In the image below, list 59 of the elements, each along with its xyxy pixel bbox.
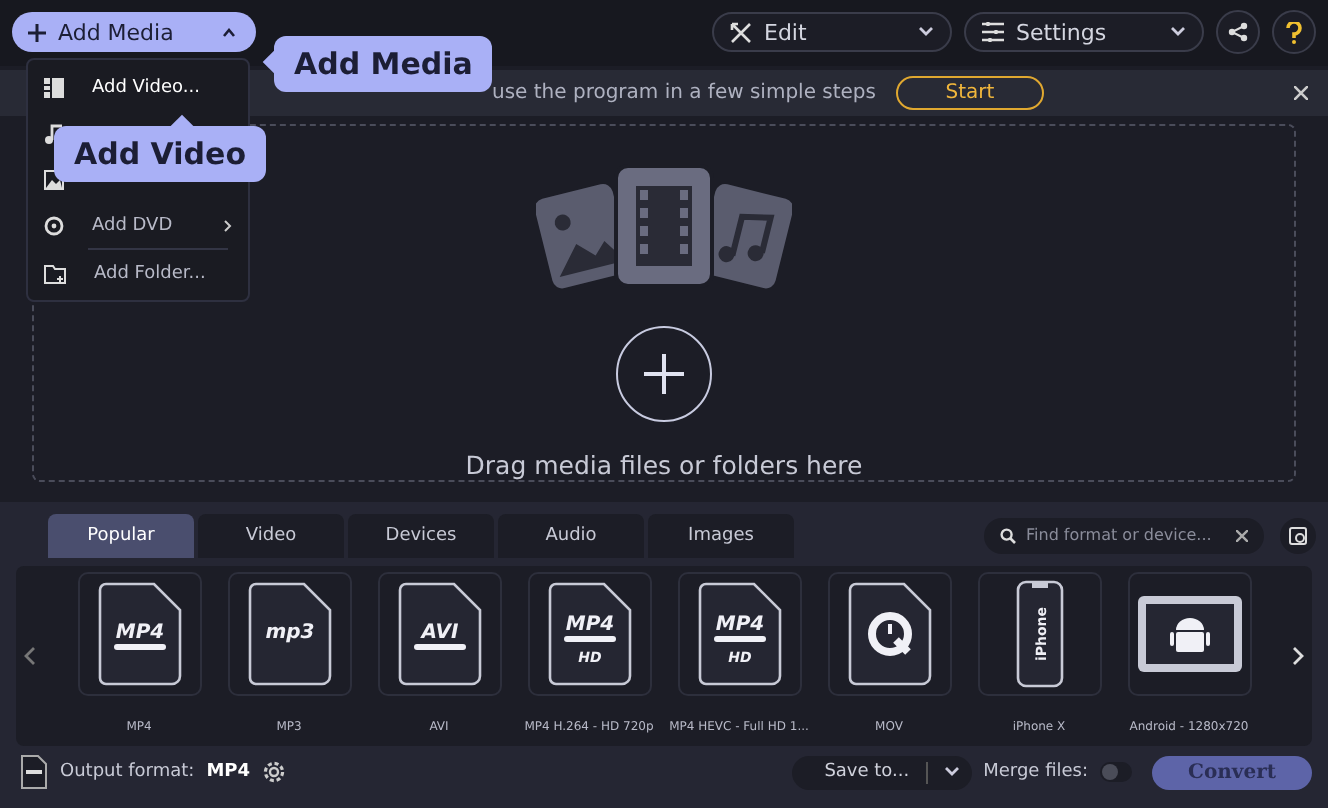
chevron-right-icon [224, 219, 232, 231]
output-format-value: MP4 [206, 762, 251, 783]
quicktime-icon [847, 581, 931, 686]
plus-icon [644, 353, 684, 394]
close-icon[interactable] [1294, 85, 1308, 100]
menu-item[interactable]: Add Video... [28, 64, 248, 110]
tooltip-callout: Add Media [262, 36, 493, 92]
format-tab[interactable]: Popular [48, 513, 194, 558]
add-media-button[interactable]: Add Media [12, 12, 256, 53]
film-grid-icon [44, 77, 64, 97]
file-format-icon: AVI [397, 581, 481, 686]
format-tile[interactable] [1127, 571, 1251, 696]
file-icon [20, 754, 48, 791]
question-mark-icon [1286, 21, 1302, 44]
caret-icon [222, 27, 236, 38]
tools-icon [730, 21, 752, 44]
format-tile[interactable]: MP4 [77, 571, 201, 696]
menu-item[interactable]: Add Folder... [28, 250, 248, 296]
device-search-icon [1288, 525, 1308, 546]
chevron-down-icon [1170, 26, 1186, 39]
format-tile[interactable]: AVI [377, 571, 501, 696]
merge-files-label: Merge files: [983, 762, 1088, 783]
detect-device-button[interactable] [1280, 517, 1316, 554]
format-tab[interactable]: Devices [348, 513, 494, 558]
drop-hint: Drag media files or folders here [465, 449, 863, 480]
format-tile[interactable] [827, 571, 951, 696]
android-tablet-icon [1135, 593, 1243, 674]
menu-item[interactable]: Add DVD [28, 202, 248, 248]
banner-text: use the program in a few simple steps [492, 81, 876, 104]
help-button[interactable] [1272, 10, 1316, 55]
tooltip-callout: Add Video [54, 116, 267, 182]
format-tile[interactable]: mp3 [227, 571, 351, 696]
chevron-down-icon [943, 766, 960, 779]
sliders-icon [982, 22, 1004, 43]
disc-icon [44, 215, 64, 235]
file-format-icon: mp3 [247, 581, 331, 686]
merge-files-toggle[interactable] [1100, 762, 1132, 783]
plus-icon [28, 23, 46, 42]
search-icon [1000, 527, 1016, 544]
edit-dropdown[interactable]: Edit [712, 12, 952, 53]
chevron-left-icon[interactable] [24, 645, 36, 666]
folder-icon [44, 263, 66, 283]
format-tab[interactable]: Video [198, 513, 344, 558]
chevron-down-icon [918, 26, 934, 39]
format-tab[interactable]: Images [648, 513, 794, 558]
share-button[interactable] [1216, 10, 1260, 55]
add-files-button[interactable] [616, 325, 712, 422]
format-tab[interactable]: Audio [498, 513, 644, 558]
chevron-right-icon[interactable] [1292, 645, 1304, 666]
format-search-input[interactable]: Find format or device... [1026, 526, 1226, 545]
settings-dropdown[interactable]: Settings [964, 12, 1204, 53]
share-icon [1228, 22, 1248, 43]
clear-icon[interactable] [1236, 529, 1248, 542]
file-format-icon: MP4 [97, 581, 181, 686]
save-to-button[interactable]: Save to... [792, 755, 972, 790]
output-format-label: Output format: [60, 762, 195, 783]
start-button[interactable]: Start [896, 75, 1044, 110]
format-search-field[interactable]: Find format or device... [984, 517, 1264, 554]
settings-icon[interactable] [262, 760, 287, 785]
